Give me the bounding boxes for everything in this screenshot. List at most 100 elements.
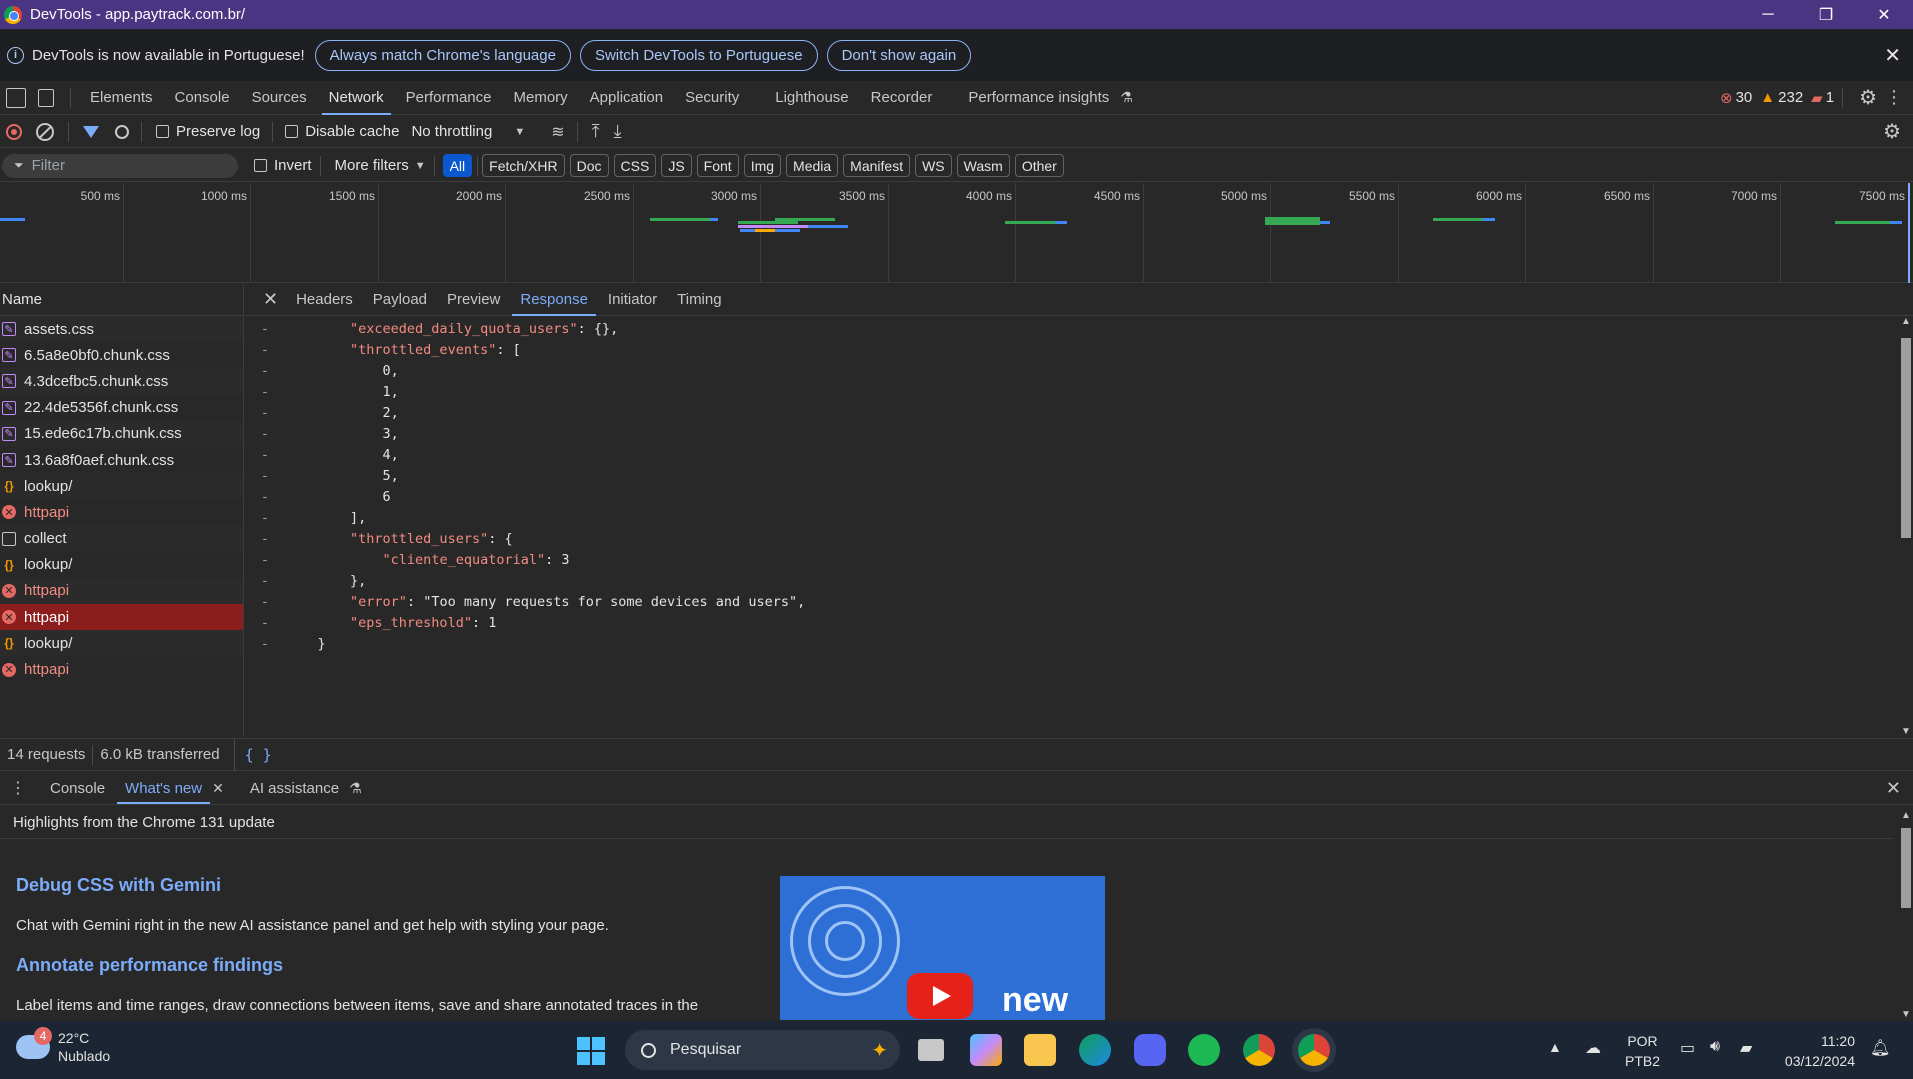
filter-chip-all[interactable]: All <box>442 154 473 177</box>
tab-sources[interactable]: Sources <box>241 81 318 115</box>
drawer-scrollbar[interactable]: ▲ ▼ <box>1899 806 1913 1020</box>
spotify-icon[interactable] <box>1188 1034 1220 1066</box>
request-row[interactable]: ✕ httpapi <box>0 604 243 631</box>
tab-performance[interactable]: Performance <box>395 81 503 115</box>
onedrive-icon[interactable]: ☁ <box>1585 1038 1601 1058</box>
export-har-icon[interactable]: ⤓ <box>614 121 622 142</box>
file-explorer-icon[interactable] <box>1024 1034 1056 1066</box>
match-language-button[interactable]: Always match Chrome's language <box>314 39 571 71</box>
search-icon[interactable] <box>115 124 129 139</box>
chrome-devtools-taskbar-icon[interactable] <box>1298 1034 1330 1066</box>
record-stop-icon[interactable] <box>6 123 22 140</box>
tab-initiator[interactable]: Initiator <box>598 284 667 316</box>
filter-chip-other[interactable]: Other <box>1014 154 1064 177</box>
filter-funnel-icon[interactable] <box>83 125 99 138</box>
invert-checkbox[interactable] <box>254 159 267 172</box>
request-row[interactable]: ✎ assets.css <box>0 316 243 343</box>
taskbar-search-input[interactable]: Pesquisar ✦ <box>625 1030 900 1070</box>
filter-chip-doc[interactable]: Doc <box>569 154 609 177</box>
volume-icon[interactable]: 🔊︎ <box>1710 1038 1720 1056</box>
request-row[interactable]: ✎ 6.5a8e0bf0.chunk.css <box>0 342 243 368</box>
device-toolbar-icon[interactable] <box>38 88 54 107</box>
request-row[interactable]: {} lookup/ <box>0 552 243 578</box>
close-detail-icon[interactable]: ✕ <box>245 289 286 310</box>
disable-cache-checkbox[interactable] <box>285 125 299 138</box>
filter-chip-wasm[interactable]: Wasm <box>956 154 1010 177</box>
more-filters-dropdown[interactable]: More filters <box>335 157 409 174</box>
section-title-annotate[interactable]: Annotate performance findings <box>16 955 283 976</box>
request-row[interactable]: ✎ 15.ede6c17b.chunk.css <box>0 420 243 447</box>
tab-headers[interactable]: Headers <box>286 284 363 316</box>
tab-security[interactable]: Security <box>674 81 750 115</box>
drawer-tab-ai-assistance[interactable]: AI assistance <box>240 772 349 804</box>
request-row[interactable]: ✎ 13.6a8f0aef.chunk.css <box>0 447 243 473</box>
scroll-up-icon[interactable]: ▲ <box>1901 810 1911 821</box>
import-har-icon[interactable]: ⤒ <box>592 121 600 142</box>
filter-chip-media[interactable]: Media <box>786 154 839 177</box>
filter-chip-fetch-xhr[interactable]: Fetch/XHR <box>482 154 565 177</box>
request-row[interactable]: collect <box>0 525 243 552</box>
weather-widget[interactable]: 4 22°C Nublado <box>16 1027 110 1065</box>
close-window-button[interactable]: ✕ <box>1855 0 1913 29</box>
network-settings-gear-icon[interactable]: ⚙ <box>1883 119 1901 144</box>
filter-chip-font[interactable]: Font <box>696 154 739 177</box>
task-view-icon[interactable] <box>918 1039 944 1061</box>
tab-response[interactable]: Response <box>510 284 598 316</box>
battery-icon[interactable]: ▰ <box>1740 1038 1752 1058</box>
settings-gear-icon[interactable]: ⚙ <box>1859 85 1877 110</box>
request-row[interactable]: ✕ httpapi <box>0 499 243 525</box>
warning-count[interactable]: 232 <box>1778 89 1803 106</box>
preserve-log-checkbox[interactable] <box>156 125 169 138</box>
close-drawer-icon[interactable]: ✕ <box>1886 778 1901 799</box>
network-conditions-icon[interactable]: ≋ <box>551 122 564 142</box>
edge-icon[interactable] <box>1079 1034 1111 1066</box>
filter-input[interactable]: ⏷ Filter <box>2 153 238 178</box>
tab-performance-insights[interactable]: Performance insights <box>957 81 1120 115</box>
tab-network[interactable]: Network <box>318 81 395 115</box>
filter-chip-js[interactable]: JS <box>661 154 692 177</box>
drawer-tab-whats-new[interactable]: What's new <box>115 772 212 804</box>
windows-start-icon[interactable] <box>577 1037 605 1065</box>
pretty-print-button[interactable]: { } <box>235 746 272 764</box>
tab-recorder[interactable]: Recorder <box>860 81 944 115</box>
scrollbar-thumb[interactable] <box>1901 338 1911 538</box>
tab-payload[interactable]: Payload <box>363 284 437 316</box>
request-row[interactable]: ✎ 22.4de5356f.chunk.css <box>0 395 243 421</box>
infobar-close-icon[interactable]: ✕ <box>1884 43 1901 68</box>
youtube-play-icon[interactable] <box>907 973 973 1019</box>
clear-icon[interactable] <box>36 122 54 141</box>
inspect-element-icon[interactable] <box>6 87 26 108</box>
name-column-header[interactable]: Name <box>0 284 243 316</box>
tab-preview[interactable]: Preview <box>437 284 510 316</box>
request-row[interactable]: {} lookup/ <box>0 630 243 657</box>
network-overview-timeline[interactable]: 500 ms 1000 ms 1500 ms 2000 ms 2500 ms 3… <box>0 183 1913 283</box>
filter-chip-css[interactable]: CSS <box>613 154 657 177</box>
restore-button[interactable]: ❐ <box>1797 0 1855 29</box>
close-tab-icon[interactable]: ✕ <box>212 780 224 797</box>
more-options-icon[interactable]: ⋮ <box>1885 87 1903 108</box>
throttling-select[interactable]: No throttling <box>411 123 492 140</box>
response-scrollbar[interactable]: ▲ ▼ <box>1899 316 1913 737</box>
filter-chip-manifest[interactable]: Manifest <box>843 154 911 177</box>
minimize-button[interactable]: ─ <box>1739 0 1797 29</box>
tab-lighthouse[interactable]: Lighthouse <box>764 81 859 115</box>
discord-icon[interactable] <box>1134 1034 1166 1066</box>
chevron-up-icon[interactable]: ▲ <box>1548 1039 1562 1055</box>
language-indicator[interactable]: POR PTB2 <box>1625 1031 1660 1071</box>
filter-chip-ws[interactable]: WS <box>915 154 952 177</box>
switch-portuguese-button[interactable]: Switch DevTools to Portuguese <box>579 39 818 71</box>
response-body[interactable]: - "exceeded_daily_quota_users": {}, - "th… <box>245 318 1895 654</box>
scroll-up-icon[interactable]: ▲ <box>1901 316 1911 327</box>
dont-show-again-button[interactable]: Don't show again <box>826 39 972 71</box>
scroll-down-icon[interactable]: ▼ <box>1901 1009 1911 1020</box>
copilot-icon[interactable] <box>970 1034 1002 1066</box>
request-row[interactable]: ✕ httpapi <box>0 656 243 682</box>
request-row[interactable]: ✕ httpapi <box>0 577 243 605</box>
notification-bell-icon[interactable]: 🔔︎ <box>1870 1038 1890 1058</box>
scrollbar-thumb[interactable] <box>1901 828 1911 908</box>
scroll-down-icon[interactable]: ▼ <box>1901 726 1911 737</box>
tab-memory[interactable]: Memory <box>503 81 579 115</box>
request-row[interactable]: {} lookup/ <box>0 473 243 500</box>
issue-count[interactable]: 1 <box>1826 89 1834 106</box>
drawer-tab-console[interactable]: Console <box>40 772 115 804</box>
